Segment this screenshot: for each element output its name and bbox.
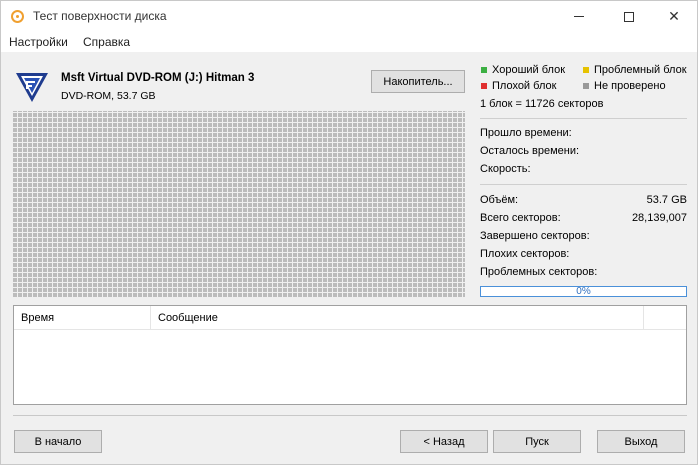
start-button[interactable]: Пуск xyxy=(493,430,581,453)
unchecked-block-icon xyxy=(583,83,589,89)
close-button[interactable]: ✕ xyxy=(651,1,697,32)
log-column-message[interactable]: Сообщение xyxy=(151,306,644,330)
minimize-icon xyxy=(574,16,584,17)
legend-problem: Проблемный блок xyxy=(594,64,687,76)
title-bar: Тест поверхности диска ✕ xyxy=(1,1,697,32)
drive-name: Msft Virtual DVD-ROM (J:) Hitman 3 xyxy=(61,72,255,84)
exit-button[interactable]: Выход xyxy=(597,430,685,453)
volume-value: 53.7 GB xyxy=(646,194,687,206)
go-to-start-button[interactable]: В начало xyxy=(14,430,102,453)
total-sectors-value: 28,139,007 xyxy=(631,212,687,224)
drive-select-button[interactable]: Накопитель... xyxy=(371,70,465,93)
completed-sectors-label: Завершено секторов: xyxy=(480,230,590,242)
minimize-button[interactable] xyxy=(556,1,602,32)
menu-help[interactable]: Справка xyxy=(83,35,130,49)
app-icon xyxy=(11,10,24,23)
log-column-extra xyxy=(644,306,687,330)
progress-text: 0% xyxy=(576,286,591,297)
good-block-icon xyxy=(481,67,487,73)
elapsed-label: Прошло времени: xyxy=(480,127,572,139)
total-sectors-label: Всего секторов: xyxy=(480,212,561,224)
legend-bad: Плохой блок xyxy=(492,80,557,92)
separator xyxy=(480,118,687,119)
maximize-icon xyxy=(624,11,634,22)
block-size-info: 1 блок = 11726 секторов xyxy=(480,98,604,110)
log-header: Время Сообщение xyxy=(14,306,686,330)
drive-logo-icon xyxy=(16,73,48,102)
window-title: Тест поверхности диска xyxy=(33,9,167,23)
disk-surface-test-window: Тест поверхности диска ✕ Настройки Справ… xyxy=(0,0,698,465)
menu-bar: Настройки Справка xyxy=(1,32,697,52)
scan-progress-bar: 0% xyxy=(480,286,687,297)
block-map xyxy=(13,111,465,297)
bad-sectors-label: Плохих секторов: xyxy=(480,248,570,260)
volume-label: Объём: xyxy=(480,194,519,206)
bottom-separator xyxy=(13,415,687,416)
close-icon: ✕ xyxy=(668,8,680,24)
separator xyxy=(480,184,687,185)
log-list[interactable]: Время Сообщение xyxy=(13,305,687,405)
legend-good: Хороший блок xyxy=(492,64,566,76)
maximize-button[interactable] xyxy=(606,1,652,32)
problem-block-icon xyxy=(583,67,589,73)
menu-settings[interactable]: Настройки xyxy=(9,35,68,49)
back-button[interactable]: < Назад xyxy=(400,430,488,453)
drive-subtitle: DVD-ROM, 53.7 GB xyxy=(61,90,156,102)
legend-unchecked: Не проверено xyxy=(594,80,666,92)
speed-label: Скорость: xyxy=(480,163,531,175)
bad-block-icon xyxy=(481,83,487,89)
remaining-label: Осталось времени: xyxy=(480,145,580,157)
log-column-time[interactable]: Время xyxy=(14,306,151,330)
problem-sectors-label: Проблемных секторов: xyxy=(480,266,598,278)
